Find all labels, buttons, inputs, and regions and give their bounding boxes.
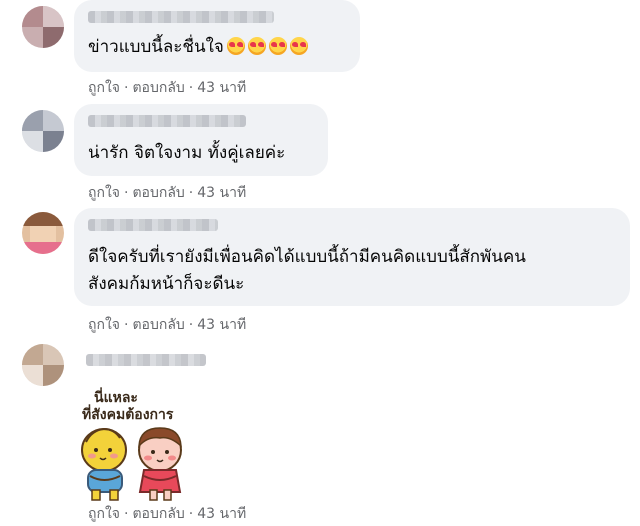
sticker-caption: นี่แหละ ที่สังคมต้องการ (82, 390, 174, 423)
comment-text: ข่าวแบบนี้ละชื่นใจ (88, 34, 308, 61)
timestamp-link[interactable]: 43 นาที (197, 185, 246, 201)
commenter-name[interactable] (88, 115, 246, 127)
reply-link[interactable]: ตอบกลับ (132, 185, 184, 201)
separator: · (124, 506, 129, 522)
reply-link[interactable]: ตอบกลับ (132, 80, 184, 96)
separator: · (188, 506, 194, 522)
timestamp-link[interactable]: 43 นาที (197, 506, 246, 522)
avatar[interactable] (22, 110, 64, 152)
reply-link[interactable]: ตอบกลับ (132, 506, 184, 522)
avatar[interactable] (22, 344, 64, 386)
reply-link[interactable]: ตอบกลับ (132, 317, 184, 333)
separator: · (124, 185, 129, 201)
comment-text-line-2: สังคมก้มหน้าก็จะดีนะ (88, 274, 245, 294)
comment-text: น่ารัก จิตใจงาม ทั้งคู่เลยค่ะ (88, 143, 286, 163)
commenter-name[interactable] (86, 354, 206, 366)
like-link[interactable]: ถูกใจ (88, 506, 120, 522)
separator: · (188, 80, 194, 96)
avatar[interactable] (22, 6, 64, 48)
hugging-characters-icon (81, 427, 182, 501)
like-link[interactable]: ถูกใจ (88, 80, 120, 96)
separator: · (124, 317, 129, 333)
timestamp-link[interactable]: 43 นาที (197, 80, 246, 96)
comment-bubble: ข่าวแบบนี้ละชื่นใจ (74, 0, 360, 72)
comment-text-line-1: ดีใจครับที่เรายังมีเพื่อนคิดได้แบบนี้ถ้า… (88, 247, 526, 267)
separator: · (124, 80, 129, 96)
avatar[interactable] (22, 212, 64, 254)
like-link[interactable]: ถูกใจ (88, 185, 120, 201)
comment-actions: ถูกใจ · ตอบกลับ · 43 นาที (88, 503, 246, 525)
comment-actions: ถูกใจ · ตอบกลับ · 43 นาที (88, 77, 246, 99)
separator: · (188, 317, 194, 333)
comment-bubble: ดีใจครับที่เรายังมีเพื่อนคิดได้แบบนี้ถ้า… (74, 208, 630, 306)
commenter-name[interactable] (88, 11, 274, 23)
timestamp-link[interactable]: 43 นาที (197, 317, 246, 333)
comment-actions: ถูกใจ · ตอบกลับ · 43 นาที (88, 314, 246, 336)
comment-actions: ถูกใจ · ตอบกลับ · 43 นาที (88, 182, 246, 204)
sticker[interactable]: นี่แหละ ที่สังคมต้องการ (74, 390, 198, 502)
separator: · (188, 185, 194, 201)
like-link[interactable]: ถูกใจ (88, 317, 120, 333)
smiling-face-with-hearts-icon (224, 37, 308, 57)
comment-bubble: น่ารัก จิตใจงาม ทั้งคู่เลยค่ะ (74, 104, 328, 176)
commenter-name[interactable] (88, 219, 218, 231)
